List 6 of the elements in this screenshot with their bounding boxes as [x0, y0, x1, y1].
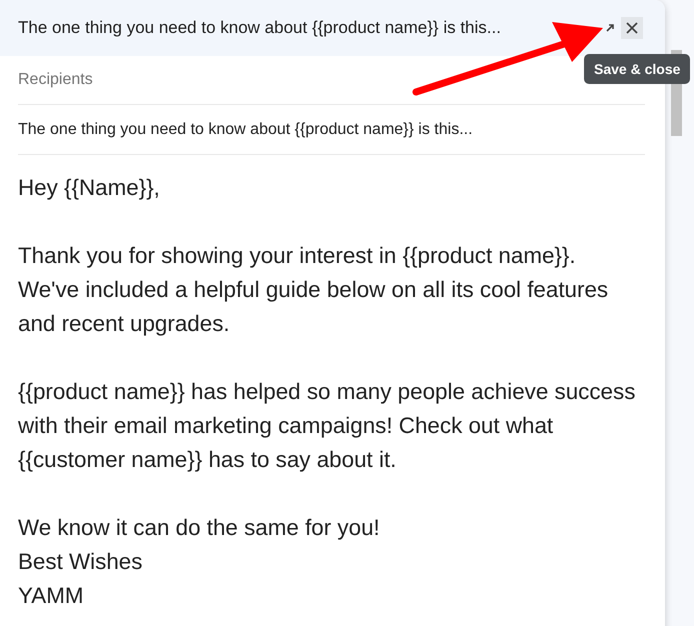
- body-paragraph: Hey {{Name}},: [18, 174, 161, 202]
- body-paragraph: We know it can do the same for you! Best Wishes YAMM: [18, 514, 381, 610]
- body-paragraph: Thank you for showing your interest in {{product name}}. We've included a helpful guide below on all its cool features and recent upgrades.: [18, 242, 610, 338]
- tooltip: Save & close: [584, 54, 690, 84]
- body-paragraph: {{product name}} has helped so many people achieve success with their email marketing campaigns! Check out what {{customer name}} has to say about it.: [18, 378, 636, 474]
- window-title: The one thing you need to know about {{product name}} is this...: [18, 17, 501, 40]
